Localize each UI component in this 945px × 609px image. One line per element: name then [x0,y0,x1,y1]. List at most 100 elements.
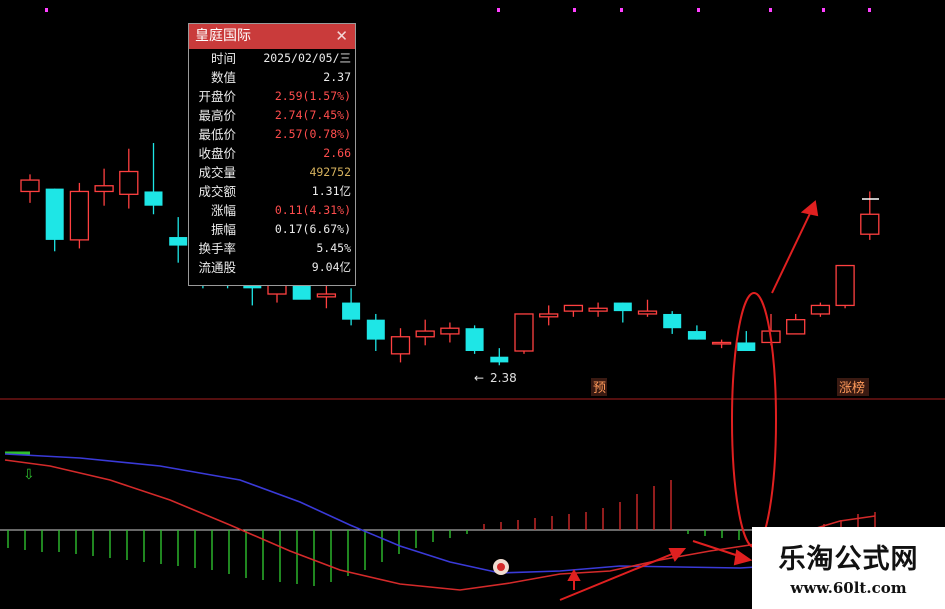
watermark-url: www.60lt.com [790,579,907,597]
candle [514,313,534,354]
info-row: 开盘价 2.59(1.57%) [189,87,355,106]
candle [342,288,361,326]
arrow-right-head-icon [733,549,753,566]
info-row-label: 最高价 [198,108,236,123]
circle-annotation [731,292,777,548]
info-row-label: 开盘价 [198,89,236,104]
candle [45,188,64,252]
candle-body [786,319,806,335]
low-price-label: 2.38 [490,371,517,385]
marker-zhangbang: 涨榜 [837,378,869,396]
candle-body [69,190,90,241]
candle-body [563,304,584,312]
info-row-label: 时间 [210,51,236,66]
candle [711,339,732,349]
candle [835,264,855,309]
info-row: 换手率 5.45% [189,239,355,258]
candle [119,148,139,209]
info-panel-header: 皇庭国际 ✕ [189,24,355,49]
candle [588,302,608,317]
candle [390,328,411,363]
stock-name: 皇庭国际 [195,28,251,44]
arrow-up-annotation [771,202,816,294]
fast-line [4,459,876,591]
candle-body [588,307,608,312]
candle-body [514,313,534,352]
info-row-value: 2.74(7.45%) [274,108,351,122]
candle [20,174,40,203]
candle [810,302,831,317]
candle-body [390,336,411,355]
signal-dot-icon [493,559,509,575]
candle-body [637,310,658,315]
down-arrow-icon: ⇩ [23,467,35,483]
candle-body [316,293,337,298]
candle-body [94,185,114,193]
candle-body [20,179,40,193]
candle-body [169,237,188,246]
candle [637,299,658,317]
candle-body [613,302,632,312]
quote-info-panel: 皇庭国际 ✕ 时间 2025/02/05/三 数值 2.37 开盘价 2.59(1.57%… [188,23,356,286]
candle-body [711,341,732,345]
candle-body [366,319,385,340]
candle [539,305,559,326]
candle-body [45,188,64,240]
candle-body [860,213,880,235]
info-row: 涨幅 0.11(4.31%) [189,201,355,220]
candle [144,143,163,215]
info-row: 最低价 2.57(0.78%) [189,125,355,144]
candle-body [663,313,682,329]
arrow-low-annotation [559,549,683,601]
close-icon[interactable]: ✕ [335,24,348,49]
info-row-value: 9.04亿 [311,260,351,274]
info-rows: 时间 2025/02/05/三 数值 2.37 开盘价 2.59(1.57%) 最高价 2.7… [189,49,355,277]
candle [786,313,806,335]
info-row: 收盘价 2.66 [189,144,355,163]
info-row-label: 成交量 [198,165,236,180]
marker-zhangbang-label: 涨榜 [839,380,865,396]
watermark-title: 乐淘公式网 [778,544,919,575]
candle-body [415,330,435,338]
marker-yu: 预 [591,378,607,396]
arrow-up-head-icon [800,200,819,217]
info-row-value: 2025/02/05/三 [263,51,351,65]
info-row-label: 涨幅 [210,203,236,218]
candle-body [490,356,509,363]
watermark-logo: 乐淘公式网 www.60lt.com [752,527,945,609]
candle-body [835,264,855,307]
info-row-value: 2.59(1.57%) [274,89,351,103]
candle [415,319,435,346]
info-row-label: 换手率 [198,241,236,256]
info-row-label: 收盘价 [198,146,236,161]
marker-yu-label: 预 [593,381,606,396]
slow-line [4,453,831,574]
candlestick-chart: ← 2.38 预 涨榜 ⇩ [0,8,945,601]
info-row-value: 2.37 [323,70,351,84]
candle-body [687,331,706,340]
candle [663,311,682,334]
info-row-label: 流通股 [198,260,236,275]
candle [613,302,632,323]
candle-body [810,304,831,315]
candle-body [539,313,559,318]
candle-body [119,170,139,195]
info-row: 振幅 0.17(6.67%) [189,220,355,239]
info-row-value: 5.45% [316,241,351,255]
info-row: 成交量 492752 [189,163,355,182]
candle [465,325,484,354]
svg-text:←: ← [474,371,484,385]
info-row-value: 0.11(4.31%) [274,203,351,217]
info-row: 最高价 2.74(7.45%) [189,106,355,125]
candle-body [440,327,460,335]
info-row: 流通股 9.04亿 [189,258,355,277]
info-row: 时间 2025/02/05/三 [189,49,355,68]
candle-group [20,143,880,366]
info-row-value: 492752 [309,165,351,179]
info-row-value: 1.31亿 [311,184,351,198]
info-row-label: 振幅 [210,222,236,237]
candle-body [737,342,756,352]
candle [69,182,90,249]
candle-body [144,191,163,206]
info-row-value: 2.66 [323,146,351,160]
